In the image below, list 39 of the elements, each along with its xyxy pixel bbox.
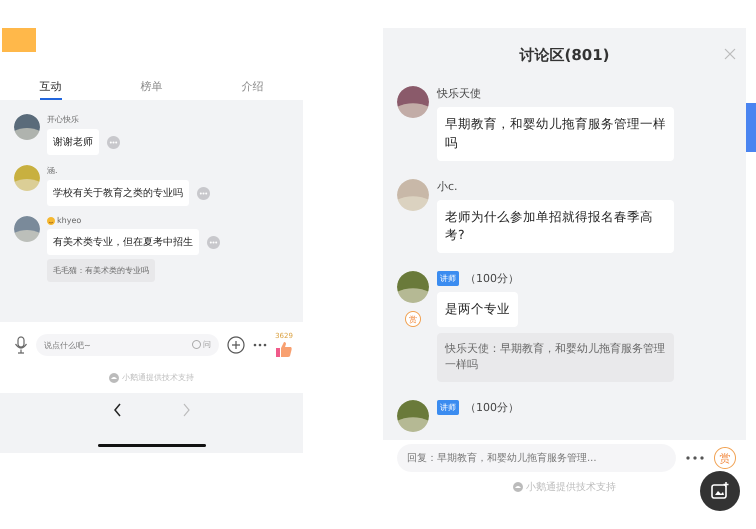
message-bubble: 老师为什么参加单招就得报名春季高考?: [437, 200, 674, 253]
ask-toggle[interactable]: 问: [192, 339, 211, 350]
quoted-message: 快乐天使：早期教育，和婴幼儿拖育服务管理一样吗: [437, 332, 674, 382]
message-bubble: 是两个专业: [437, 292, 518, 327]
tab[interactable]: 介绍: [242, 78, 264, 100]
forward-icon[interactable]: [182, 403, 190, 417]
quoted-message: 毛毛猫：有美术类的专业吗: [47, 259, 155, 282]
add-icon[interactable]: [227, 336, 245, 354]
panel-title: 讨论区(801): [519, 46, 610, 64]
lecturer-badge: 讲师: [437, 400, 459, 415]
close-icon[interactable]: [724, 48, 736, 60]
reply-field[interactable]: 回复：早期教育，和婴幼儿拖育服务管理...: [397, 444, 676, 472]
microphone-icon[interactable]: [14, 336, 28, 354]
reward-button[interactable]: 赏: [405, 311, 421, 327]
logo-icon: [109, 372, 119, 382]
back-icon[interactable]: [112, 403, 122, 417]
user-name: 小c.: [437, 178, 458, 194]
logo-icon: [513, 482, 523, 492]
message-bubble: 谢谢老师: [47, 129, 99, 155]
footer-text: 小鹅通提供技术支持: [526, 480, 616, 494]
user-name: 开心快乐: [47, 114, 79, 125]
emoji-icon: [47, 216, 55, 224]
more-icon[interactable]: [686, 456, 704, 460]
message-bubble: 早期教育，和婴幼儿拖育服务管理一样吗: [437, 107, 674, 160]
thumbs-up-icon[interactable]: [275, 340, 293, 358]
score-text: （100分）: [465, 271, 519, 286]
user-name: 涵.: [47, 165, 58, 176]
user-name: khyeo: [57, 216, 82, 225]
user-name: 快乐天使: [437, 86, 481, 101]
reward-button[interactable]: 赏: [714, 447, 736, 469]
lecturer-badge: 讲师: [437, 271, 459, 286]
more-icon[interactable]: [253, 343, 267, 347]
message-bubble: 有美术类专业，但在夏考中招生: [47, 229, 199, 255]
message-bubble: 学校有关于教育之类的专业吗: [47, 180, 189, 206]
image-add-icon: [710, 481, 730, 501]
footer-text: 小鹅通提供技术支持: [122, 372, 194, 383]
tab[interactable]: 榜单: [140, 78, 162, 100]
score-text: （100分）: [465, 400, 519, 415]
logo-tile: [2, 28, 36, 52]
